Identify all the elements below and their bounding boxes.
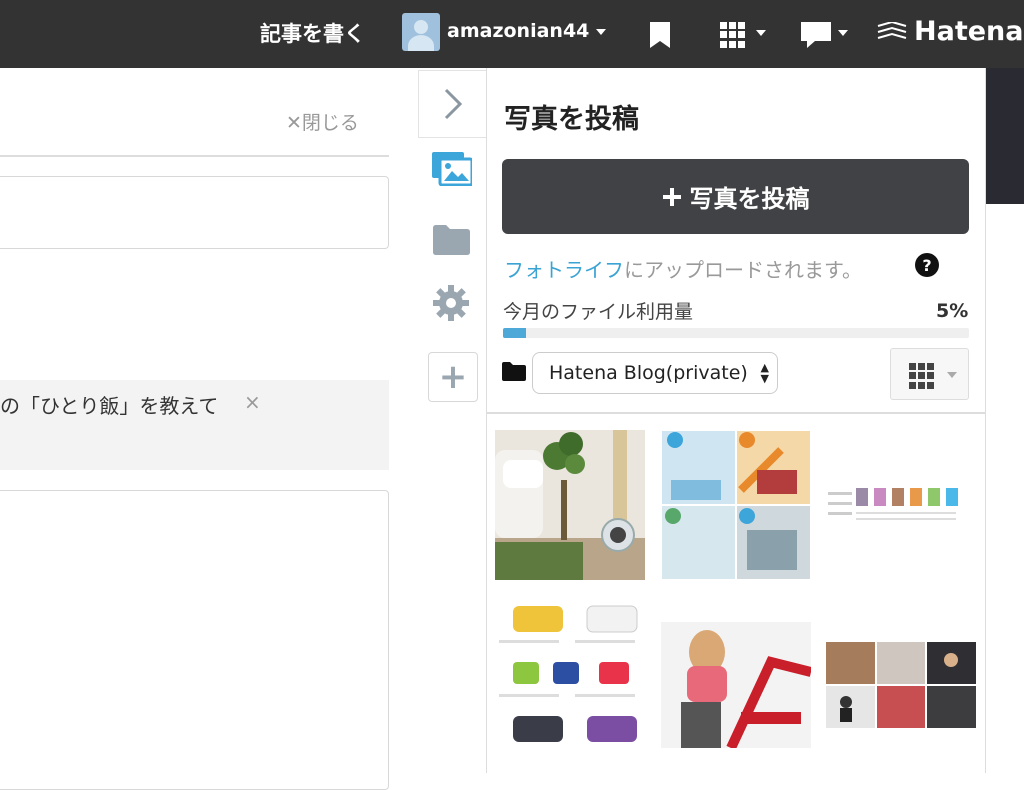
photo-thumbnail[interactable] <box>495 600 645 750</box>
collapse-panel-button[interactable] <box>418 70 486 138</box>
upload-note: フォトライフにアップロードされます。 <box>504 254 862 283</box>
usage-progress-bar <box>503 328 969 338</box>
notification-chat-icon[interactable] <box>801 22 831 48</box>
gear-icon[interactable] <box>433 285 469 321</box>
write-article-link[interactable]: 記事を書く <box>260 18 365 48</box>
usage-progress-fill <box>503 328 527 338</box>
upload-photo-label: 写真を投稿 <box>689 185 810 213</box>
fotolife-link[interactable]: フォトライフ <box>504 258 624 282</box>
select-arrows-icon: ▲ ▼ <box>760 361 769 385</box>
title-input[interactable] <box>0 176 389 249</box>
background-strip <box>986 68 1024 204</box>
category-tag-label: の「ひとり飯」を教えて <box>0 394 219 418</box>
photo-thumbnail[interactable] <box>826 480 976 525</box>
folder-select-value: Hatena Blog(private) <box>549 362 748 384</box>
plus-icon: + <box>438 357 468 397</box>
view-mode-toggle[interactable] <box>890 348 969 400</box>
chevron-right-icon <box>444 88 462 120</box>
hatena-mark-icon <box>877 21 907 39</box>
photo-thumbnail[interactable] <box>826 642 976 728</box>
folder-select[interactable]: Hatena Blog(private) ▲ ▼ <box>532 352 778 394</box>
panel-title: 写真を投稿 <box>504 104 639 135</box>
bookmark-icon[interactable] <box>650 22 670 48</box>
usage-label: 今月のファイル利用量 <box>503 301 694 323</box>
close-button[interactable]: ✕閉じる <box>286 108 359 135</box>
hatena-logo-text: Hatena <box>914 16 1024 47</box>
photo-thumbnail[interactable] <box>661 622 811 748</box>
article-body-editor[interactable] <box>0 490 389 790</box>
chevron-down-icon[interactable] <box>838 30 848 36</box>
divider <box>487 412 985 414</box>
help-icon[interactable]: ? <box>915 253 939 277</box>
photo-thumbnail[interactable] <box>495 430 645 580</box>
tag-remove-button[interactable]: × <box>244 390 261 414</box>
username-menu[interactable]: amazonian44 <box>447 20 607 42</box>
username-label: amazonian44 <box>447 20 590 42</box>
upload-photo-button[interactable]: 写真を投稿 <box>502 159 969 234</box>
apps-grid-icon[interactable] <box>720 22 746 48</box>
chevron-down-icon <box>947 372 957 378</box>
grid-view-icon <box>909 363 935 389</box>
folder-icon <box>502 362 526 381</box>
plus-icon <box>662 187 681 206</box>
top-bar: 記事を書く amazonian44 Hatena <box>0 0 1024 68</box>
divider <box>0 155 389 157</box>
photo-icon[interactable] <box>432 152 472 186</box>
avatar[interactable] <box>402 13 440 51</box>
add-button[interactable]: + <box>428 352 478 402</box>
hatena-logo[interactable]: Hatena <box>876 16 1023 47</box>
usage-percent: 5% <box>936 300 969 322</box>
upload-note-text: にアップロードされます。 <box>624 258 862 282</box>
photo-thumbnail[interactable] <box>661 430 811 580</box>
chevron-down-icon[interactable] <box>756 30 766 36</box>
chevron-down-icon <box>596 28 607 35</box>
folder-icon[interactable] <box>433 225 470 255</box>
